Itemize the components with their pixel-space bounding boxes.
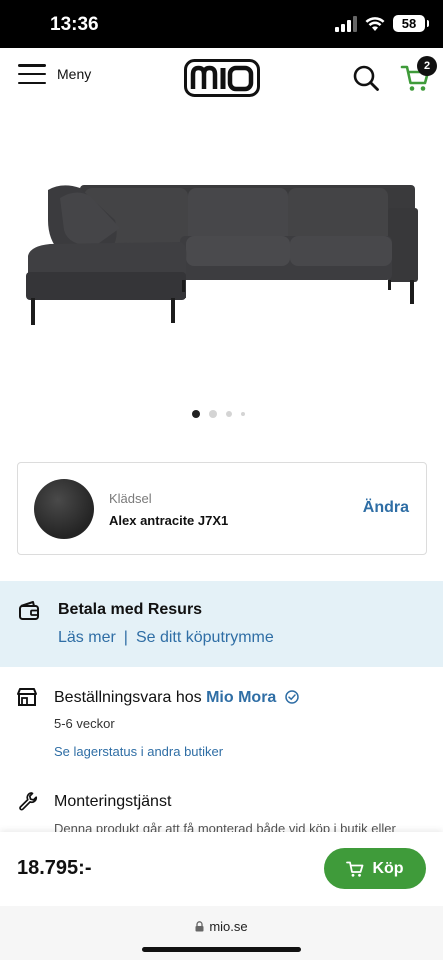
wallet-icon: [19, 601, 39, 620]
change-upholstery-link[interactable]: Ändra: [363, 499, 409, 517]
upholstery-card: Klädsel Alex antracite J7X1 Ändra: [17, 462, 427, 555]
wrench-icon: [19, 792, 38, 811]
site-header: Meny 2: [0, 48, 443, 108]
battery-indicator: 58: [393, 15, 429, 32]
availability-title: Beställningsvara hos Mio Mora: [54, 689, 299, 707]
signal-icon: [335, 15, 357, 32]
fabric-swatch: [34, 479, 94, 539]
store-name-link[interactable]: Mio Mora: [206, 689, 276, 706]
carousel-dots: [192, 410, 245, 418]
upholstery-value: Alex antracite J7X1: [109, 513, 229, 528]
buy-label: Köp: [372, 859, 404, 877]
menu-label: Meny: [57, 66, 92, 82]
home-indicator[interactable]: [142, 947, 301, 952]
lock-icon: [195, 921, 204, 932]
cart-count-badge: 2: [417, 56, 437, 76]
availability-prefix: Beställningsvara hos: [54, 689, 202, 706]
browser-url-bar: mio.se: [0, 906, 443, 960]
resurs-payment-panel: Betala med Resurs Läs mer | Se ditt köpu…: [0, 581, 443, 667]
read-more-link[interactable]: Läs mer: [58, 629, 116, 647]
store-icon: [17, 688, 37, 706]
search-icon[interactable]: [352, 64, 380, 92]
purchase-space-link[interactable]: Se ditt köputrymme: [136, 629, 274, 647]
url-text: mio.se: [209, 919, 248, 934]
status-bar: 13:36 58: [0, 0, 443, 48]
verified-icon: [285, 690, 299, 704]
resurs-links: Läs mer | Se ditt köputrymme: [58, 629, 274, 647]
status-time: 13:36: [50, 14, 99, 35]
address-field[interactable]: mio.se: [0, 919, 443, 934]
status-icons: 58: [335, 15, 429, 32]
carousel-dot-1[interactable]: [192, 410, 200, 418]
carousel-dot-2[interactable]: [209, 410, 217, 418]
cart-icon: [346, 861, 364, 877]
menu-icon: [18, 64, 46, 84]
link-separator: |: [123, 629, 128, 646]
stock-status-link[interactable]: Se lagerstatus i andra butiker: [54, 744, 223, 759]
upholstery-label: Klädsel: [109, 491, 152, 506]
carousel-dot-3[interactable]: [226, 411, 232, 417]
wifi-icon: [365, 16, 385, 31]
product-price: 18.795:-: [17, 857, 92, 879]
delivery-time: 5-6 veckor: [54, 716, 115, 731]
assembly-title: Monteringstjänst: [54, 793, 172, 810]
resurs-title: Betala med Resurs: [58, 601, 203, 618]
carousel-dot-4[interactable]: [241, 412, 245, 416]
buy-bar: 18.795:- Köp: [0, 832, 443, 906]
mio-logo[interactable]: [184, 59, 260, 97]
buy-button[interactable]: Köp: [324, 848, 426, 889]
menu-button[interactable]: Meny: [18, 64, 91, 84]
product-image[interactable]: [20, 180, 425, 330]
